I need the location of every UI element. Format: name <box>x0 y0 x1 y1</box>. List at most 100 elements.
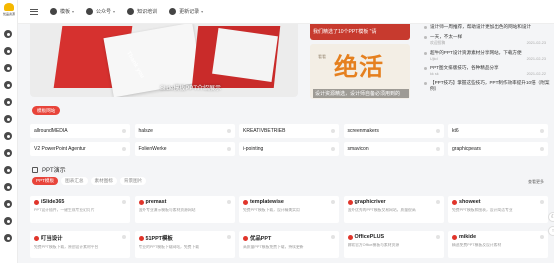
theme-toggle-button[interactable]: ☾ <box>548 212 554 222</box>
info-icon[interactable] <box>4 81 12 89</box>
favicon-icon <box>138 235 144 241</box>
site-card[interactable]: 51PPT模板 专业的PPT模板下载网站，免费下载 <box>134 231 235 258</box>
card-desc: 专业的PPT模板下载网站，免费下载 <box>138 245 200 249</box>
card-title: graphicriver <box>354 199 386 205</box>
resource-label: screenmakers <box>347 128 379 134</box>
tool-icon[interactable] <box>4 183 12 191</box>
resource-link[interactable]: i-pointing <box>239 142 339 156</box>
feature-card-top[interactable]: 我们精选了10个PPT模板 "请 <box>310 24 410 40</box>
list-item[interactable]: 【PPT技巧】掌握这些技巧，PPT制作效率提升10倍（附案例） <box>422 80 554 92</box>
card-title-row: iSlide365 <box>34 199 126 205</box>
feature-small-text: 看看 <box>318 54 326 59</box>
info-icon[interactable] <box>331 200 335 204</box>
image-icon[interactable] <box>4 132 12 140</box>
nav-item-official-account[interactable]: 公众号 ▾ <box>86 8 115 15</box>
favicon-icon <box>122 147 126 151</box>
chevron-down-icon: ▾ <box>113 9 116 14</box>
favicon-icon <box>331 129 335 133</box>
star-icon[interactable] <box>4 47 12 55</box>
favicon-icon <box>347 199 353 205</box>
card-desc: PPT设计插件，一键生成专业幻灯片 <box>34 208 95 212</box>
page: 优品资源 模板 ▾ 公众号 ▾ 知识培训 更新记录 ▾ Thank you Sl… <box>0 0 554 263</box>
info-icon[interactable] <box>122 200 126 204</box>
info-icon[interactable] <box>435 235 440 239</box>
list-item[interactable]: 超牛的PPT设计资源素材分享网站，下载方便 Ujkd 2021-02-23 <box>422 50 554 61</box>
card-row: 叮当设计 免费PPT模板下载，原创设计素材平台 51PPT模板 专业的PPT模板下载… <box>30 231 554 258</box>
nav-label: 模板 <box>60 9 71 15</box>
tab-charts[interactable]: 图表汇总 <box>61 177 88 185</box>
card-title: premast <box>145 199 167 205</box>
resource-link[interactable]: KREATIVBETRIEB <box>239 124 339 138</box>
resource-link[interactable]: halsze <box>134 124 235 138</box>
wechat-icon <box>86 8 94 15</box>
book-icon[interactable] <box>4 115 12 123</box>
resource-link[interactable]: FolienWerke <box>134 142 235 156</box>
resource-label: graphicpears <box>452 146 481 152</box>
site-card[interactable]: templatewise 免费PPT模板下载，设计精美实用 <box>239 196 339 223</box>
tab-ppt-templates[interactable]: PPT模板 <box>32 177 59 185</box>
resource-label: FolienWerke <box>138 146 167 152</box>
resource-label: allroundMEDIA <box>34 128 68 134</box>
card-title: 优品PPT <box>250 236 272 242</box>
resource-row: V2 PowerPoint Agentur FolienWerke i-poin… <box>30 142 554 156</box>
feature-big-text: 绝活 <box>334 52 384 81</box>
nav-item-training[interactable]: 知识培训 <box>127 8 157 15</box>
resource-label: V2 PowerPoint Agentur <box>34 146 86 152</box>
hamburger-menu-icon[interactable] <box>30 8 38 15</box>
info-icon[interactable] <box>122 235 126 239</box>
site-card[interactable]: OfficePLUS 微软官方Office模板与素材资源 <box>343 231 444 258</box>
info-icon[interactable] <box>226 200 231 204</box>
resource-label: kt6 <box>452 128 459 134</box>
home-icon[interactable] <box>4 30 12 38</box>
news-title: 【PPT技巧】掌握这些技巧，PPT制作效率提升10倍（附案例） <box>430 80 550 91</box>
info-icon[interactable] <box>226 235 231 239</box>
site-card[interactable]: showeet 免费PPT模板和图表，设计简洁专业 <box>448 196 548 223</box>
tab-icons[interactable]: 素材图标 <box>90 177 117 185</box>
back-to-top-button[interactable]: ↑ <box>548 226 554 236</box>
chart-icon[interactable] <box>4 98 12 106</box>
nav-item-changelog[interactable]: 更新记录 ▾ <box>169 8 203 15</box>
resource-link[interactable]: allroundMEDIA <box>30 124 130 138</box>
list-item[interactable]: PPT图文排版技巧，各种精品分享 kk sk 2021-02-22 <box>422 65 554 76</box>
card-title-row: OfficePLUS <box>347 234 440 240</box>
feature-card-bottom[interactable]: 看看 绝活 设计资源精选，设计师自备必须用到的 <box>310 44 410 99</box>
site-card[interactable]: iSlide365 PPT设计插件，一键生成专业幻灯片 <box>30 196 130 223</box>
logo[interactable]: 优品资源 <box>2 3 16 19</box>
card-row: iSlide365 PPT设计插件，一键生成专业幻灯片 premast 国外专业演示… <box>30 196 554 223</box>
mail-icon[interactable] <box>4 200 12 208</box>
category-tag[interactable]: 模板网站 <box>32 106 61 115</box>
site-cards: iSlide365 PPT设计插件，一键生成专业幻灯片 premast 国外专业演示… <box>30 196 554 263</box>
nav-item-templates[interactable]: 模板 ▾ <box>50 8 74 15</box>
resource-link[interactable]: smavicon <box>343 142 444 156</box>
info-icon[interactable] <box>540 235 544 239</box>
main-slide[interactable]: Thank you Slide模板PPT介绍展示 <box>30 24 298 97</box>
site-card[interactable]: graphicriver 国外优秀的PPT模板交易网站，质量很高 <box>343 196 444 223</box>
template-icon <box>50 8 57 15</box>
rail-icons <box>4 30 14 251</box>
more-link[interactable]: 查看更多 <box>528 179 544 185</box>
site-card[interactable]: mikide 精选免费PPT模板及设计素材 <box>448 231 548 258</box>
site-card[interactable]: premast 国外专业演示模板与素材资源网站 <box>134 196 235 223</box>
logo-text: 优品资源 <box>2 12 15 16</box>
folder-icon[interactable] <box>4 217 12 225</box>
clock-icon[interactable] <box>4 64 12 72</box>
card-desc: 高质量PPT模板免费下载，持续更新 <box>243 245 304 249</box>
info-icon[interactable] <box>331 235 335 239</box>
tab-backgrounds[interactable]: 背景图片 <box>119 177 147 185</box>
resource-link[interactable]: screenmakers <box>343 124 444 138</box>
section-tabs: PPT模板 图表汇总 素材图标 背景图片 <box>32 177 149 185</box>
list-item[interactable]: 设计师一周推荐，帮助设计更加出色的网站和设计 <box>422 24 554 30</box>
resource-link[interactable]: kt6 <box>448 124 548 138</box>
resource-link[interactable]: V2 PowerPoint Agentur <box>30 142 130 156</box>
list-item[interactable]: 一天，不太一样 欢迎投稿 2021-02-23 <box>422 34 554 46</box>
gear-icon[interactable] <box>4 234 12 242</box>
sound-icon[interactable] <box>4 149 12 157</box>
grid-icon[interactable] <box>4 166 12 174</box>
site-card[interactable]: 优品PPT 高质量PPT模板免费下载，持续更新 <box>239 231 339 258</box>
resource-link[interactable]: graphicpears <box>448 142 548 156</box>
info-icon[interactable] <box>435 200 440 204</box>
favicon-icon <box>226 129 231 133</box>
presentation-icon <box>32 166 38 173</box>
site-card[interactable]: 叮当设计 免费PPT模板下载，原创设计素材平台 <box>30 231 130 258</box>
info-icon[interactable] <box>540 200 544 204</box>
